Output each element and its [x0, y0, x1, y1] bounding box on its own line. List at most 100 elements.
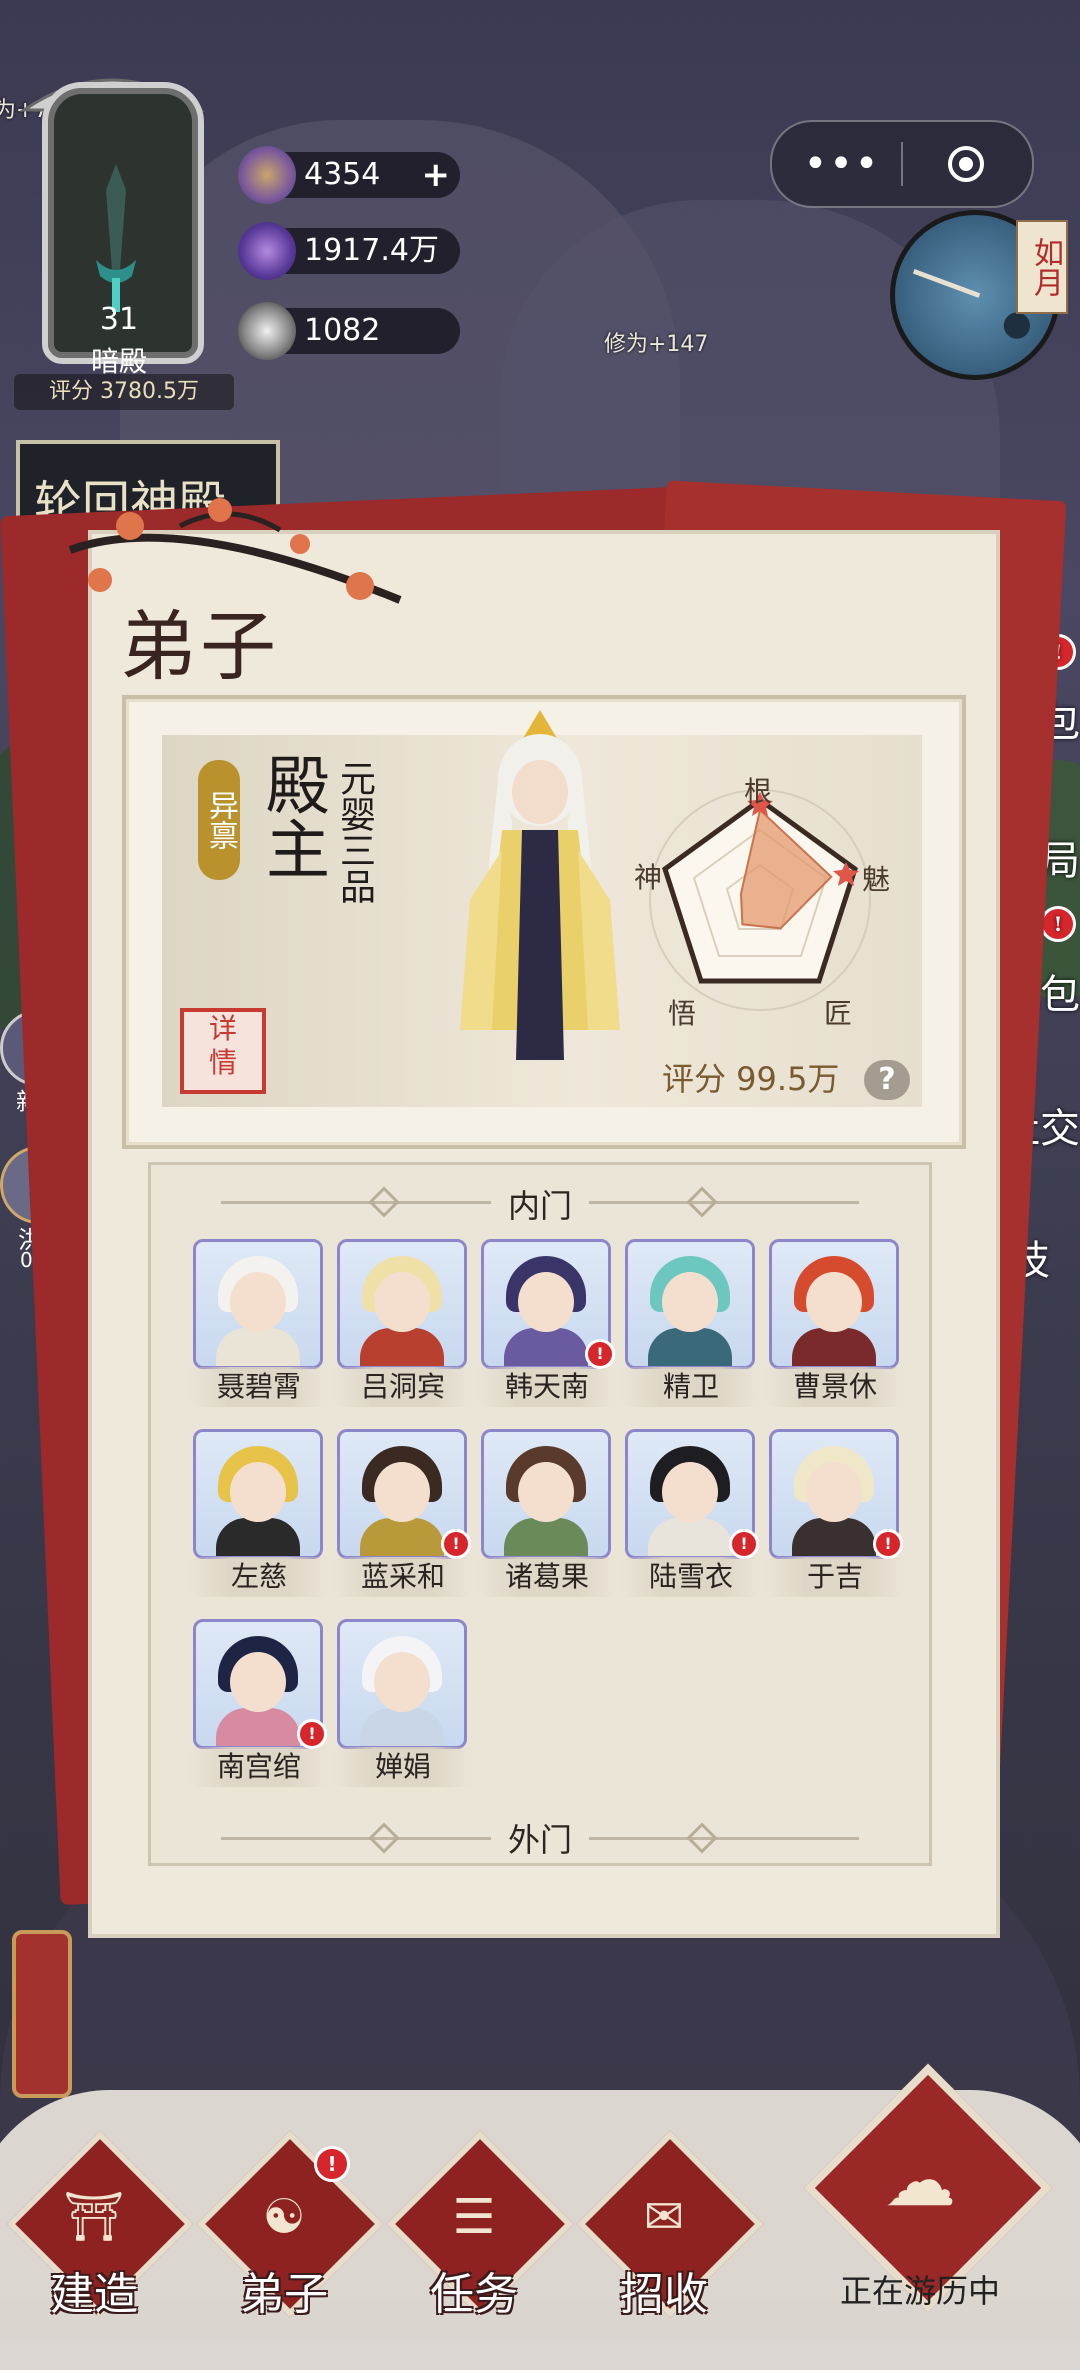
portrait-face — [374, 1272, 430, 1332]
attr-label-wu: 悟 — [668, 997, 697, 1030]
member-name: 吕洞宾 — [333, 1367, 473, 1407]
resource-crystal[interactable]: 1917.4万 — [238, 222, 460, 280]
member-portrait — [337, 1619, 467, 1749]
detail-label: 详 — [208, 1012, 237, 1045]
portrait-body — [360, 1518, 444, 1556]
portrait-body — [216, 1708, 300, 1746]
portrait-face — [374, 1652, 430, 1712]
portrait-face — [374, 1462, 430, 1522]
portrait-face — [230, 1462, 286, 1522]
portrait-face — [662, 1462, 718, 1522]
portrait-body — [216, 1328, 300, 1366]
nav-task-button[interactable]: ☰ 任务 — [386, 2130, 574, 2320]
alert-badge: ! — [585, 1339, 615, 1369]
portrait-body — [504, 1518, 588, 1556]
attr-label-jiang: 匠 — [824, 997, 853, 1030]
close-target-icon[interactable] — [946, 144, 986, 184]
portrait-body — [216, 1518, 300, 1556]
more-menu-icon[interactable]: ••• — [802, 122, 882, 206]
resource-value: 1917.4万 — [304, 233, 439, 268]
add-resource-button[interactable]: + — [422, 152, 451, 198]
sword-icon — [96, 164, 136, 312]
disciple-member[interactable]: 曹景休 — [765, 1239, 905, 1409]
disciple-member[interactable]: 韩天南! — [477, 1239, 617, 1409]
member-portrait — [481, 1429, 611, 1559]
disciple-roster: 内门 聂碧霄 吕洞宾 韩天南! 精卫 曹景休 左慈 蓝采和! 诸葛果 陆雪衣! 于吉! 南宫绾! 婵娟… — [148, 1162, 932, 1866]
attr-label-gen: 根 — [744, 775, 773, 808]
disciple-icon: ☯ — [262, 2189, 306, 2245]
portrait-face — [806, 1272, 862, 1332]
scroll-icon: ☰ — [452, 2189, 496, 2245]
disciple-member[interactable]: 蓝采和! — [333, 1429, 473, 1599]
cloud-icon: ☁ — [884, 2138, 956, 2222]
resource-taiji[interactable]: 1082 — [238, 302, 460, 360]
help-icon[interactable]: ? — [864, 1060, 910, 1100]
disciple-member[interactable]: 左慈 — [189, 1429, 329, 1599]
member-portrait — [337, 1239, 467, 1369]
member-portrait — [625, 1239, 755, 1369]
detail-button[interactable]: 详 情 — [180, 1008, 266, 1094]
member-name: 韩天南 — [477, 1367, 617, 1407]
member-name: 蓝采和 — [333, 1557, 473, 1597]
scroll-decor[interactable] — [12, 1930, 72, 2098]
alert-badge: ! — [873, 1529, 903, 1559]
attr-label-mei: 魅 — [862, 863, 891, 896]
member-portrait — [193, 1239, 323, 1369]
disciple-member[interactable]: 婵娟 — [333, 1619, 473, 1789]
portrait-body — [648, 1518, 732, 1556]
alert-badge: ! — [441, 1529, 471, 1559]
portrait-body — [648, 1328, 732, 1366]
crystal-icon — [238, 222, 296, 280]
nav-label: 建造 — [50, 2269, 138, 2320]
sect-score: 评分 3780.5万 — [14, 374, 234, 410]
member-name: 聂碧霄 — [189, 1367, 329, 1407]
portrait-body — [360, 1328, 444, 1366]
resource-value: 4354 — [304, 157, 381, 192]
nav-label: 招收 — [620, 2269, 708, 2320]
disciple-member[interactable]: 于吉! — [765, 1429, 905, 1599]
disciple-score: 评分 99.5万 — [662, 1060, 840, 1098]
disciple-member[interactable]: 吕洞宾 — [333, 1239, 473, 1409]
member-name: 陆雪衣 — [621, 1557, 761, 1597]
travel-button[interactable]: ☁ 正在游历中 — [800, 2063, 1053, 2313]
building-icon: ⛩ — [63, 2189, 125, 2245]
disciple-member[interactable]: 陆雪衣! — [621, 1429, 761, 1599]
member-portrait — [193, 1429, 323, 1559]
alert-badge: ! — [314, 2146, 350, 2182]
detail-label: 情 — [208, 1046, 237, 1079]
member-name: 曹景休 — [765, 1367, 905, 1407]
disciple-member[interactable]: 南宫绾! — [189, 1619, 329, 1789]
member-name: 婵娟 — [333, 1747, 473, 1787]
miniprogram-capsule: ••• — [770, 120, 1034, 208]
nav-build-button[interactable]: ⛩ 建造 — [6, 2130, 194, 2320]
nav-disciple-button[interactable]: ☯ 弟子 ! — [196, 2130, 384, 2320]
alert-badge: ! — [1040, 906, 1076, 942]
floating-gain: 修为+147 — [604, 332, 709, 357]
month-label: 如月 — [1016, 220, 1068, 314]
portrait-body — [792, 1328, 876, 1366]
portrait-body — [504, 1328, 588, 1366]
portrait-face — [518, 1462, 574, 1522]
disciple-realm: 元婴三品 — [334, 760, 375, 904]
disciple-member[interactable]: 诸葛果 — [477, 1429, 617, 1599]
disciple-member[interactable]: 精卫 — [621, 1239, 761, 1409]
hero-portrait[interactable] — [440, 700, 640, 1080]
travel-label: 正在游历中 — [839, 2272, 1000, 2310]
portrait-face — [230, 1272, 286, 1332]
member-portrait — [769, 1239, 899, 1369]
resource-spirit-stone[interactable]: 4354 + — [238, 146, 460, 204]
disciple-member[interactable]: 聂碧霄 — [189, 1239, 329, 1409]
panel-title: 弟子 — [120, 602, 280, 691]
member-name: 诸葛果 — [477, 1557, 617, 1597]
sect-level: 31 — [99, 302, 139, 337]
sect-badge[interactable]: 31 暗殿 评分 3780.5万 — [14, 60, 234, 410]
attribute-radar — [649, 789, 871, 1011]
outer-sect-title[interactable]: 外门 — [151, 1815, 929, 1861]
spirit-stone-icon — [238, 146, 296, 204]
nav-recruit-button[interactable]: ✉ 招收 — [576, 2130, 764, 2320]
recruit-card-icon: ✉ — [643, 2189, 685, 2245]
disciple-name: 殿主 — [255, 752, 329, 880]
capsule-divider — [901, 142, 903, 186]
inner-sect-title: 内门 — [507, 1187, 572, 1225]
resource-value: 1082 — [304, 313, 381, 348]
